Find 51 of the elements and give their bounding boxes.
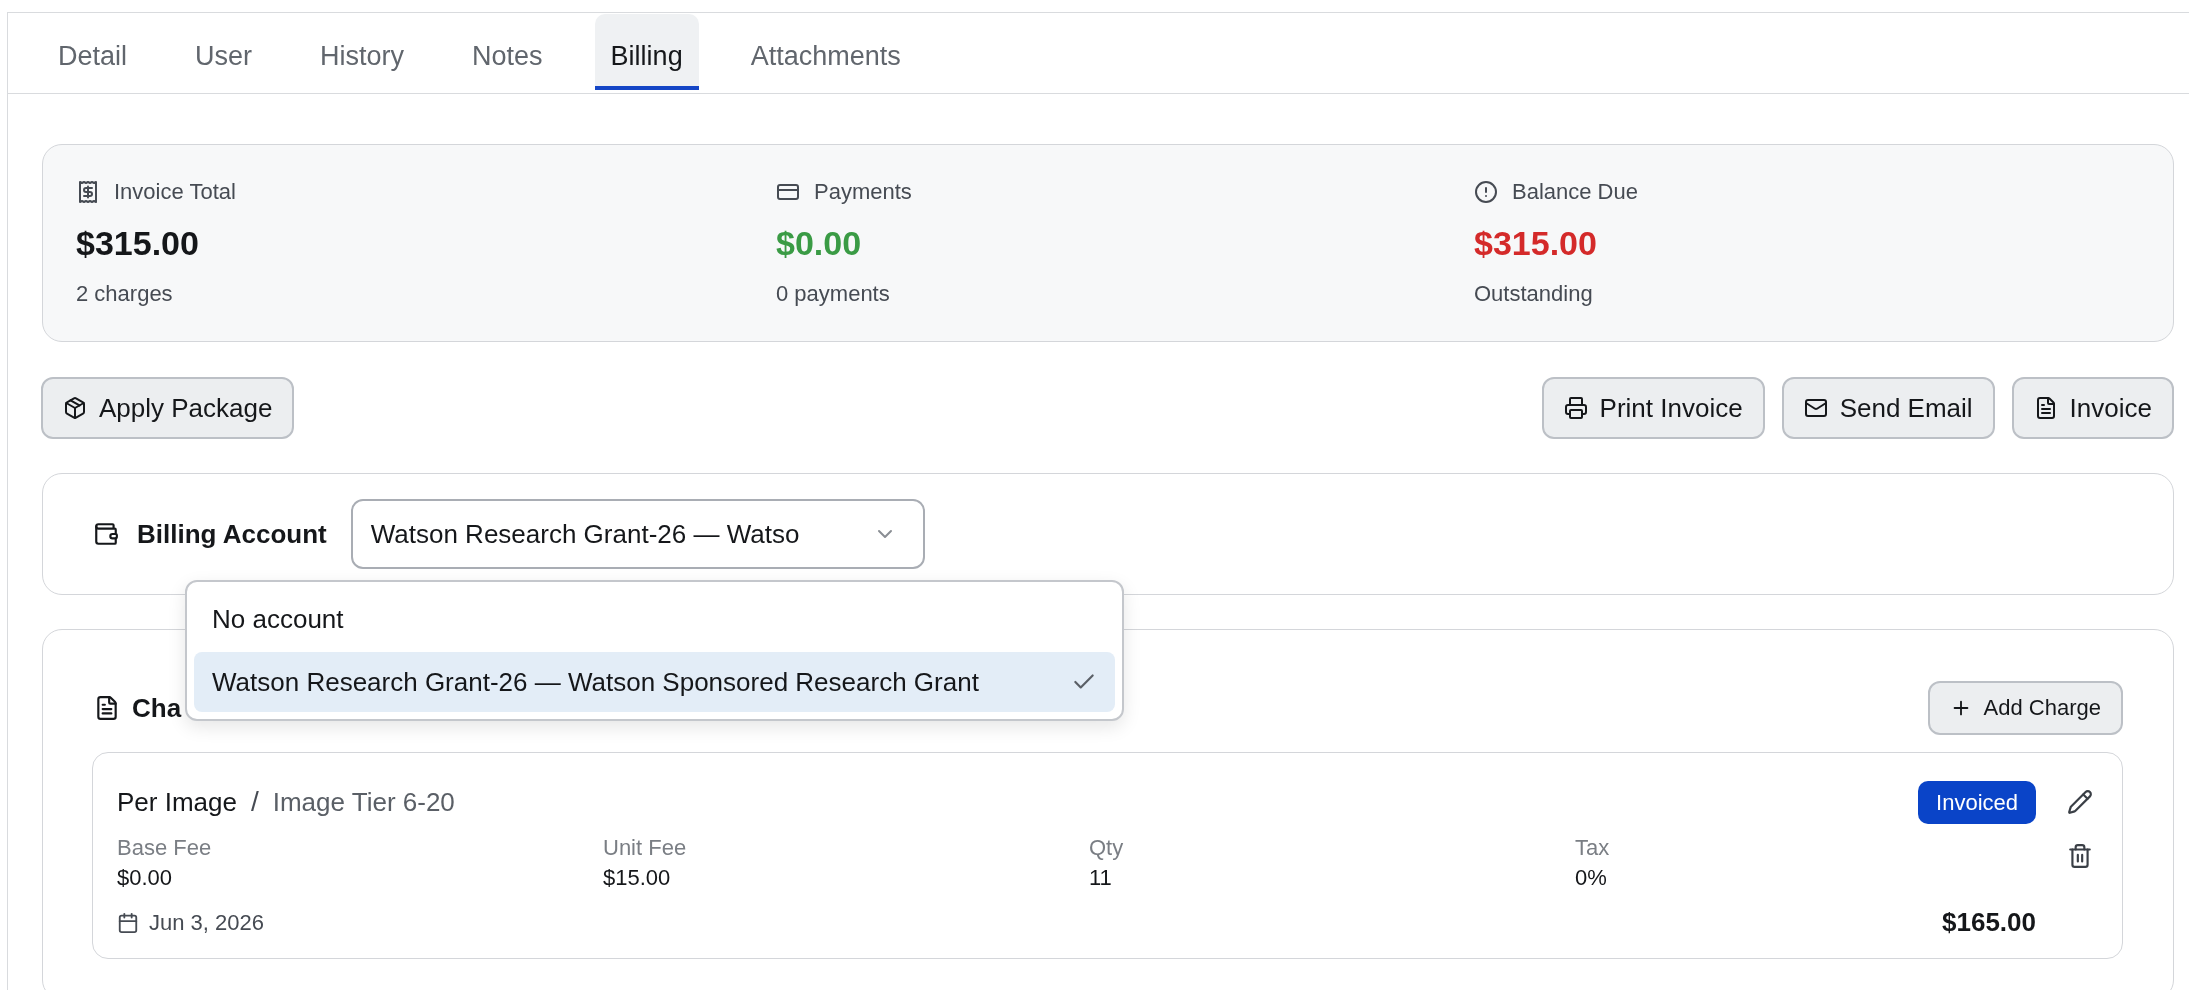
tab[interactable]: History — [304, 14, 421, 90]
dropdown-option[interactable]: No account — [194, 589, 1115, 649]
box-icon — [63, 396, 87, 420]
charges-title: Cha — [132, 692, 182, 724]
summary-note: 2 charges — [76, 280, 173, 308]
email-button[interactable]: Send Email — [1781, 377, 1995, 439]
summary-amount: $315.00 — [76, 223, 199, 264]
trash-icon — [2067, 843, 2093, 869]
field-value: $0.00 — [117, 864, 173, 892]
field-label: Qty — [1089, 834, 1124, 862]
receipt-icon — [76, 180, 100, 204]
pencil-icon — [2067, 789, 2093, 815]
document-button[interactable]: Invoice — [2011, 377, 2174, 439]
document-icon — [94, 695, 120, 721]
apply-package-button[interactable]: Apply Package — [41, 377, 295, 439]
field-label: Unit Fee — [603, 834, 687, 862]
summary-note: Outstanding — [1474, 280, 1593, 308]
billing-account-label: Billing Account — [137, 518, 327, 550]
tab[interactable]: Billing — [594, 14, 699, 90]
calendar-icon — [117, 911, 139, 934]
field-value: 0% — [1575, 864, 1607, 892]
tab[interactable]: Attachments — [734, 14, 917, 90]
alert-circle-icon — [1474, 180, 1498, 204]
field-label: Base Fee — [117, 834, 212, 862]
status-badge: Invoiced — [1918, 780, 2036, 824]
summary-label: Payments — [814, 178, 912, 206]
charge-name: Per Image — [117, 786, 237, 818]
charge-amount: $165.00 — [1942, 907, 2036, 938]
tab[interactable]: Notes — [456, 14, 559, 90]
summary-label: Balance Due — [1512, 178, 1638, 206]
tab[interactable]: User — [179, 14, 269, 90]
field-value: $15.00 — [603, 864, 671, 892]
summary-amount: $0.00 — [776, 223, 862, 264]
add-charge-button[interactable]: Add Charge — [1927, 681, 2123, 735]
field-label: Tax — [1575, 834, 1610, 862]
envelope-icon — [1803, 396, 1828, 420]
edit-button[interactable] — [2067, 789, 2093, 815]
charge-subtitle: Image Tier 6-20 — [272, 786, 455, 818]
charge-date: Jun 3, 2026 — [149, 909, 264, 936]
summary-note: 0 payments — [776, 280, 890, 308]
delete-button[interactable] — [2067, 843, 2093, 869]
summary-label: Invoice Total — [114, 178, 236, 206]
printer-icon — [1563, 396, 1588, 420]
summary-amount: $315.00 — [1474, 223, 1597, 264]
tab[interactable]: Detail — [42, 14, 144, 90]
billing-account-select[interactable]: Watson Research Grant-26 — Watso — [350, 499, 925, 569]
print-button[interactable]: Print Invoice — [1541, 377, 1765, 439]
field-value: 11 — [1089, 864, 1112, 892]
dropdown-option[interactable]: Watson Research Grant-26 — Watson Sponsored Research Grant — [194, 652, 1115, 712]
wallet-icon — [93, 521, 119, 547]
separator-slash: / — [250, 786, 259, 818]
